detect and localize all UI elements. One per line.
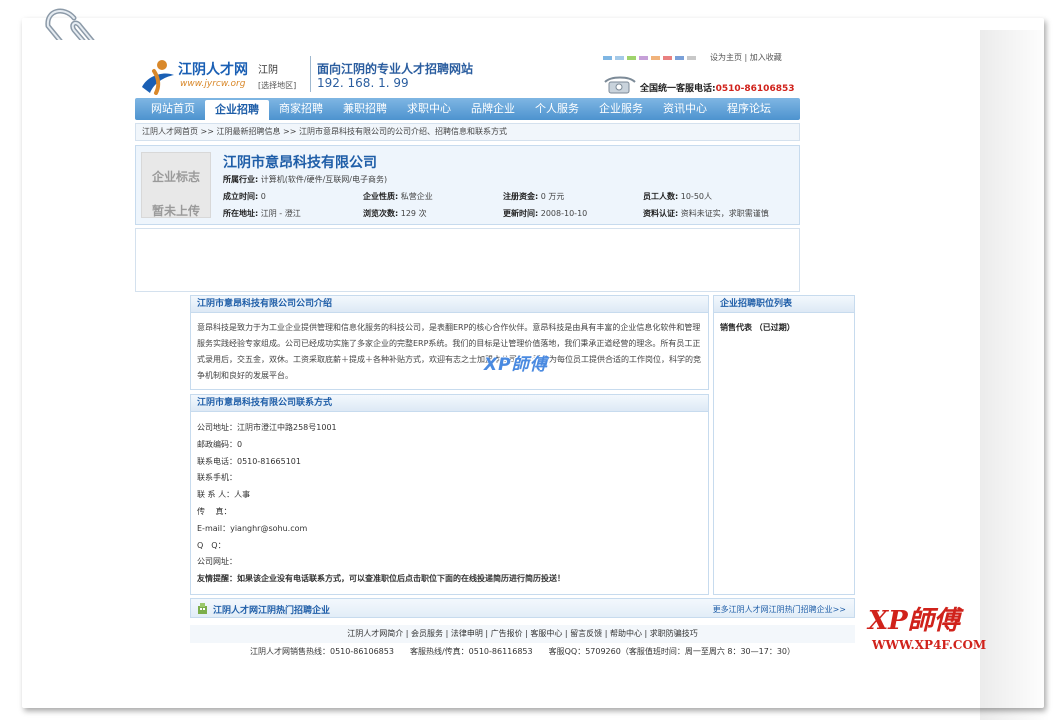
contact-line: 公司网址： (197, 557, 237, 567)
contact-line: Q Q： (197, 540, 226, 550)
top-links[interactable]: 设为主页 | 加入收藏 (710, 52, 782, 63)
contact-line: 联 系 人：人事 (197, 490, 251, 500)
contact-line: 公司地址：江阴市澄江中路258号1001 (197, 423, 337, 432)
job-item-sales[interactable]: 销售代表 （已过期） (714, 313, 854, 333)
brand-logo: XP師傅 (868, 606, 960, 636)
current-city: 江阴 (258, 65, 278, 76)
capital-field: 注册资金: 0 万元 (503, 192, 565, 201)
contact-line: 联系手机： (197, 473, 237, 483)
contact-line: 友情提醒：如果该企业没有电话联系方式，可以查准职位后点击职位下面的在线投递简历进… (197, 574, 565, 584)
header-divider (310, 56, 311, 92)
hotline-number: 0510-86106853 (715, 84, 795, 94)
views-field: 浏览次数: 129 次 (363, 209, 427, 218)
nav-item-1[interactable]: 企业招聘 (205, 100, 269, 120)
nav-item-2[interactable]: 商家招聘 (269, 98, 333, 120)
jobs-panel: 企业招聘职位列表 销售代表 （已过期） (713, 295, 855, 595)
jobs-title: 企业招聘职位列表 (714, 296, 854, 313)
contact-line: 联系电话：0510-81665101 (197, 456, 301, 466)
logo-placeholder-line1: 企业标志 (151, 170, 200, 184)
contact-line: 邮政编码：0 (197, 439, 243, 449)
color-dot (663, 56, 672, 60)
color-dot (627, 56, 636, 60)
color-dot (651, 56, 660, 60)
logo-figure-icon (142, 60, 174, 95)
brand-url: WWW.XP4F.COM (872, 638, 987, 652)
company-name: 江阴市意昂科技有限公司 (223, 155, 377, 171)
nav-item-8[interactable]: 资讯中心 (653, 98, 717, 120)
founded-field: 成立时间: 0 (223, 192, 266, 201)
company-logo-placeholder: 企业标志 暂未上传 (141, 152, 211, 218)
color-dot (675, 56, 684, 60)
contact-lines: 公司地址：江阴市澄江中路258号1001 邮政编码：0 联系电话：0510-8166… (191, 412, 708, 588)
main-nav: 网站首页 企业招聘 商家招聘 兼职招聘 求职中心 品牌企业 个人服务 企业服务 资讯中心 程序论坛 (135, 98, 800, 120)
nav-item-7[interactable]: 企业服务 (589, 98, 653, 120)
color-dot (639, 56, 648, 60)
color-dot (687, 56, 696, 60)
cert-field: 资料认证: 资料未证实，求职需谨慎 (643, 209, 769, 218)
nav-item-6[interactable]: 个人服务 (525, 98, 589, 120)
watermark-logo: XP師傅 (484, 355, 548, 375)
building-icon (198, 603, 207, 614)
hot-companies-bar: 江阴人才网江阴热门招聘企业 更多江阴人才网江阴热门招聘企业>> (190, 598, 855, 618)
hotline-label: 全国统一客服电话: (640, 84, 716, 94)
banner-area (135, 228, 800, 292)
intro-panel: 江阴市意昂科技有限公司公司介绍 意昂科技是致力于为工业企业提供管理和信息化服务的… (190, 295, 709, 390)
updated-field: 更新时间: 2008-10-10 (503, 209, 588, 218)
contact-title: 江阴市意昂科技有限公司联系方式 (191, 395, 708, 412)
breadcrumb[interactable]: 江阴人才网首页 >> 江阴最新招聘信息 >> 江阴市意昂科技有限公司的公司介绍、… (135, 123, 800, 141)
hotline: 全国统一客服电话:0510-86106853 (640, 81, 795, 94)
staff-field: 员工人数: 10-50人 (643, 192, 712, 201)
paper-shadow (980, 30, 1050, 720)
site-slogan: 面向江阴的专业人才招聘网站 (317, 62, 474, 76)
hot-companies-title: 江阴人才网江阴热门招聘企业 (213, 606, 331, 616)
nav-item-9[interactable]: 程序论坛 (717, 98, 781, 120)
logo-placeholder-line2: 暂未上传 (151, 204, 200, 218)
color-dots (603, 56, 696, 62)
telephone-icon (604, 76, 636, 94)
contact-line: E-mail：yianghr@sohu.com (197, 523, 308, 533)
color-dot (615, 56, 624, 60)
intro-title: 江阴市意昂科技有限公司公司介绍 (191, 296, 708, 313)
nature-field: 企业性质: 私营企业 (363, 192, 433, 201)
contact-line: 传 真： (197, 506, 232, 516)
hot-companies-more-link[interactable]: 更多江阴人才网江阴热门招聘企业>> (713, 604, 846, 615)
company-summary: 企业标志 暂未上传 江阴市意昂科技有限公司 所属行业: 计算机(软件/硬件/互联… (135, 145, 800, 225)
footer-copyright: 江阴人才网销售热线：0510-86106853 客服热线/传真：0510-861… (249, 647, 795, 656)
logo-url: www.jyrcw.org (180, 79, 246, 89)
contact-panel: 江阴市意昂科技有限公司联系方式 公司地址：江阴市澄江中路258号1001 邮政编码… (190, 394, 709, 595)
city-switch-link[interactable]: [选择地区] (258, 80, 296, 91)
footer-links[interactable]: 江阴人才网简介 | 会员服务 | 法律申明 | 广告报价 | 客服中心 | 留言… (190, 625, 855, 643)
address-field: 所在地址: 江阴 - 澄江 (223, 209, 301, 218)
intro-text: 意昂科技是致力于为工业企业提供管理和信息化服务的科技公司，是表翻ERP的核心合作… (197, 323, 701, 380)
logo-name: 江阴人才网 (178, 62, 248, 78)
nav-item-0[interactable]: 网站首页 (141, 98, 205, 120)
industry-field: 所属行业: 计算机(软件/硬件/互联网/电子商务) (223, 175, 388, 184)
color-dot (603, 56, 612, 60)
nav-item-4[interactable]: 求职中心 (397, 98, 461, 120)
nav-item-3[interactable]: 兼职招聘 (333, 98, 397, 120)
nav-item-5[interactable]: 品牌企业 (461, 98, 525, 120)
site-ip: 192. 168. 1. 99 (317, 76, 409, 90)
